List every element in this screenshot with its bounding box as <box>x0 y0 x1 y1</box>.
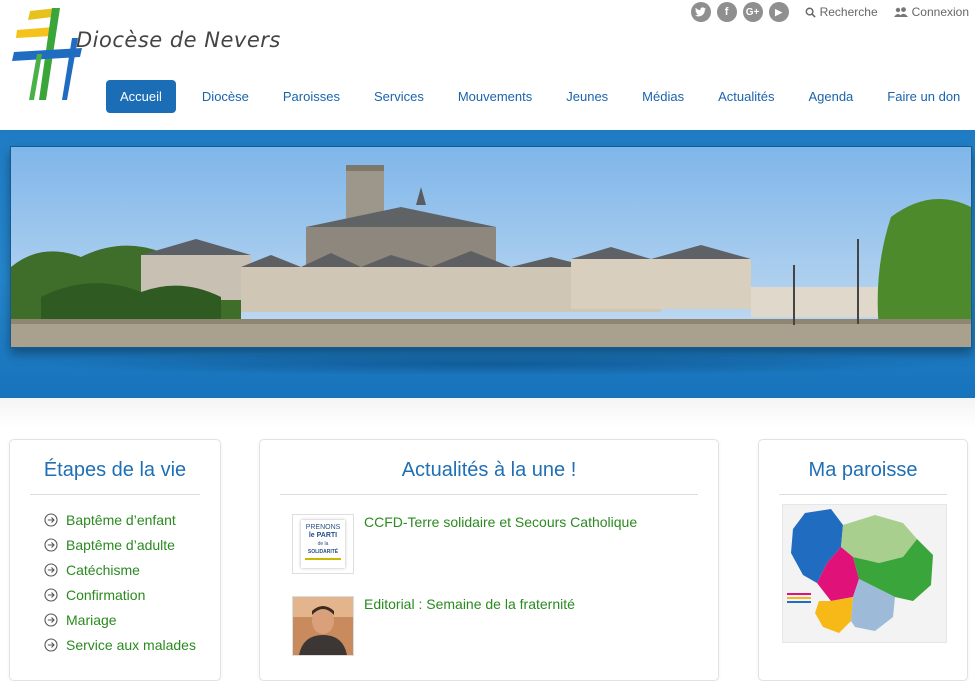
youtube-icon[interactable]: ▶ <box>768 2 789 22</box>
etapes-list: Baptême d’enfant Baptême d’adulte Catéch… <box>10 507 220 657</box>
list-item[interactable]: Baptême d’enfant <box>10 507 220 532</box>
nav-paroisses[interactable]: Paroisses <box>269 80 354 113</box>
nav-actualites[interactable]: Actualités <box>704 80 788 113</box>
poster-line: PRENONS <box>305 524 341 531</box>
list-item-label: Confirmation <box>66 586 146 603</box>
main-nav: Accueil Diocèse Paroisses Services Mouve… <box>106 80 975 113</box>
users-icon <box>893 6 908 17</box>
circle-arrow-right-icon <box>44 537 58 552</box>
parish-map[interactable] <box>782 504 947 643</box>
divider <box>280 494 698 495</box>
circle-arrow-right-icon <box>44 637 58 652</box>
actualites-panel: Actualités à la une ! PRENONS le PARTI d… <box>259 439 719 681</box>
nav-accueil[interactable]: Accueil <box>106 80 176 113</box>
poster-stripe <box>305 558 341 560</box>
list-item[interactable]: Catéchisme <box>10 557 220 582</box>
nav-jeunes[interactable]: Jeunes <box>552 80 622 113</box>
paroisse-panel: Ma paroisse <box>758 439 968 681</box>
list-item[interactable]: Baptême d’adulte <box>10 532 220 557</box>
news-title[interactable]: CCFD-Terre solidaire et Secours Catholiq… <box>364 514 637 530</box>
diocese-cross-logo-icon <box>12 8 82 100</box>
search-link[interactable]: Recherche <box>805 5 878 19</box>
facebook-icon[interactable]: f <box>716 2 737 22</box>
poster-line: SOLIDARITÉ <box>307 549 339 555</box>
circle-arrow-right-icon <box>44 587 58 602</box>
circle-arrow-right-icon <box>44 612 58 627</box>
list-item[interactable]: Service aux malades <box>10 632 220 657</box>
separator-strip <box>0 398 975 428</box>
portrait-photo <box>293 597 353 655</box>
circle-arrow-right-icon <box>44 562 58 577</box>
hero-image-nevers-cathedral <box>10 146 972 348</box>
youtube-glyph: ▶ <box>775 6 783 17</box>
google-plus-icon[interactable]: G+ <box>742 2 763 22</box>
nav-agenda[interactable]: Agenda <box>794 80 867 113</box>
news-thumbnail[interactable]: PRENONS le PARTI de la SOLIDARITÉ <box>292 514 354 574</box>
actualites-title: Actualités à la une ! <box>401 459 577 481</box>
nav-faire-un-don[interactable]: Faire un don <box>873 80 974 113</box>
search-icon <box>805 7 816 18</box>
divider <box>30 494 200 495</box>
paroisse-title: Ma paroisse <box>808 459 918 481</box>
list-item-label: Baptême d’enfant <box>66 511 176 528</box>
site-title: Diocèse de Nevers <box>76 28 281 52</box>
poster-line: de la <box>317 541 329 547</box>
nav-mouvements[interactable]: Mouvements <box>444 80 546 113</box>
hero-shadow <box>30 352 950 376</box>
list-item-label: Baptême d’adulte <box>66 536 175 553</box>
top-bar: f G+ ▶ Recherche Connexion <box>690 2 969 22</box>
search-label: Recherche <box>819 5 878 19</box>
nav-services[interactable]: Services <box>360 80 438 113</box>
news-title[interactable]: Editorial : Semaine de la fraternité <box>364 596 575 612</box>
parish-map-image <box>787 509 933 633</box>
circle-arrow-right-icon <box>44 512 58 527</box>
login-link[interactable]: Connexion <box>893 5 969 19</box>
list-item[interactable]: Mariage <box>10 607 220 632</box>
etapes-panel: Étapes de la vie Baptême d’enfant Baptêm… <box>9 439 221 681</box>
poster-line: le PARTI <box>308 532 338 539</box>
solidarite-poster-image: PRENONS le PARTI de la SOLIDARITÉ <box>301 520 345 568</box>
list-item-label: Mariage <box>66 611 117 628</box>
google-plus-glyph: G+ <box>745 6 760 18</box>
list-item[interactable]: Confirmation <box>10 582 220 607</box>
nav-medias[interactable]: Médias <box>628 80 698 113</box>
twitter-icon[interactable] <box>690 2 711 22</box>
news-thumbnail[interactable] <box>292 596 354 656</box>
facebook-glyph: f <box>724 6 729 18</box>
list-item-label: Catéchisme <box>66 561 140 578</box>
divider <box>779 494 947 495</box>
list-item-label: Service aux malades <box>66 636 196 653</box>
nav-diocese[interactable]: Diocèse <box>188 80 263 113</box>
etapes-title: Étapes de la vie <box>43 459 187 481</box>
login-label: Connexion <box>911 5 969 19</box>
